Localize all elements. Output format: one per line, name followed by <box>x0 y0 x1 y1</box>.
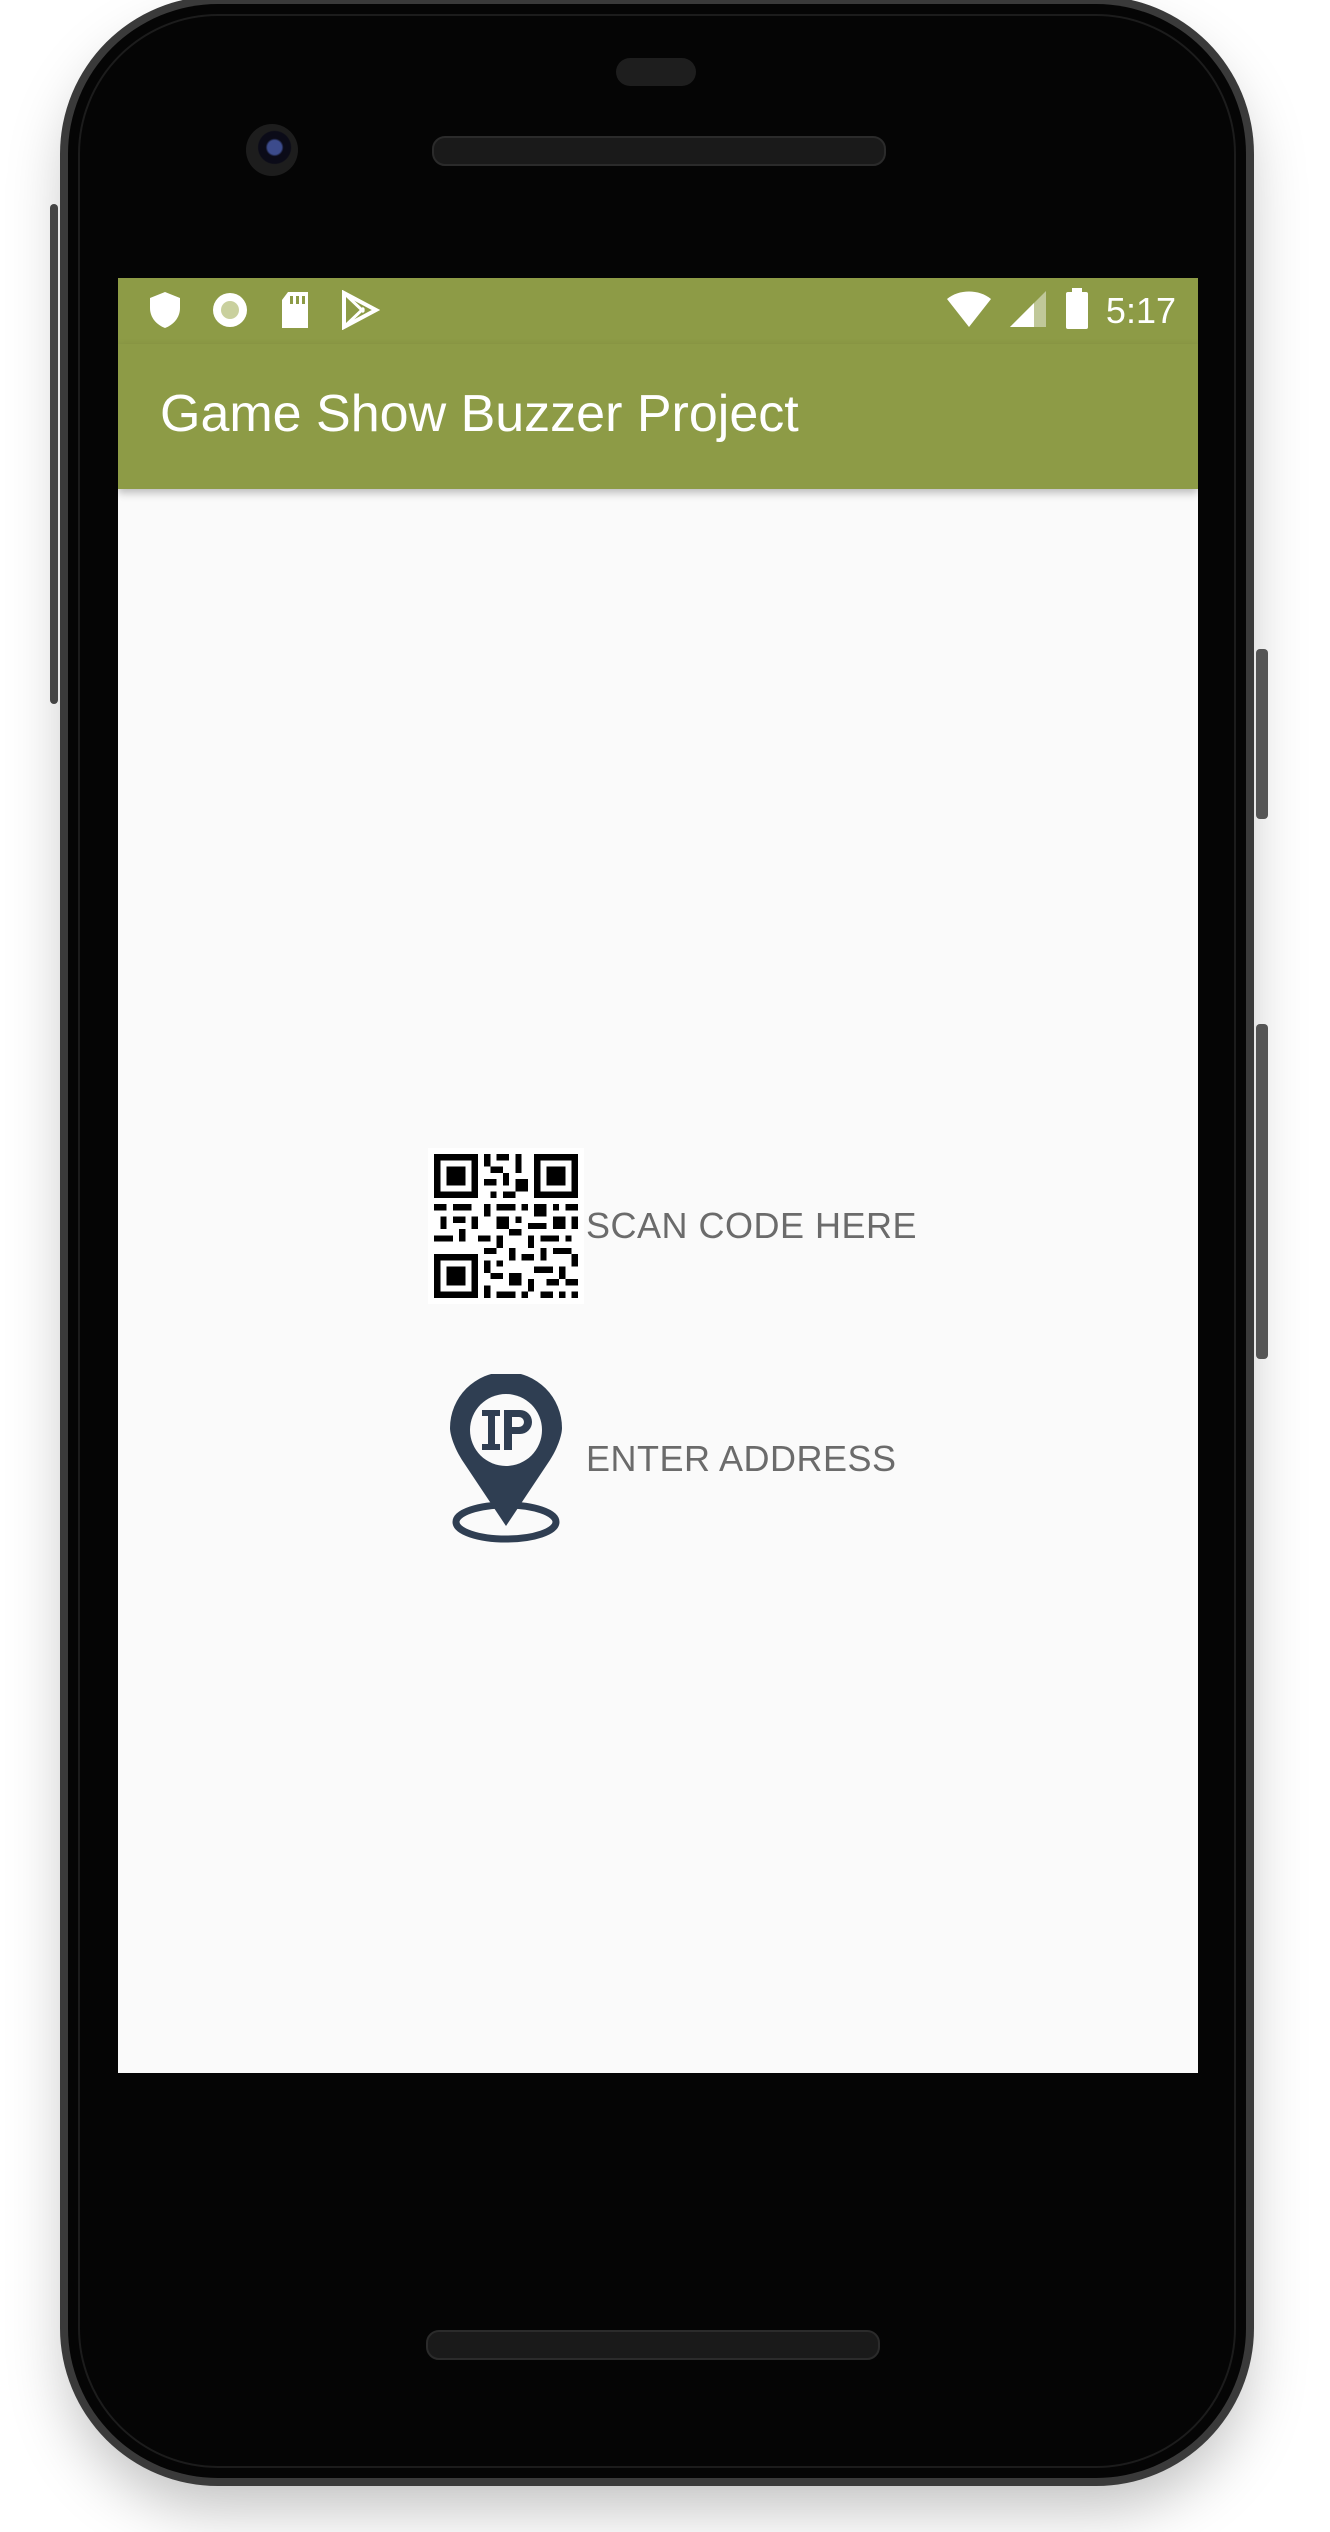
device-mockup: 5:17 Game Show Buzzer Project SCAN CODE … <box>0 0 1330 2532</box>
volume-button <box>1256 1024 1268 1359</box>
shield-icon <box>148 290 182 334</box>
power-button <box>1256 649 1268 819</box>
sensor-slot <box>616 58 696 86</box>
battery-icon <box>1064 288 1090 334</box>
sync-circle-icon <box>210 290 250 334</box>
status-bar: 5:17 <box>118 278 1198 344</box>
wifi-icon <box>946 289 992 333</box>
screen: 5:17 Game Show Buzzer Project SCAN CODE … <box>118 278 1198 2073</box>
enter-address-label: ENTER ADDRESS <box>586 1438 897 1479</box>
app-title: Game Show Buzzer Project <box>160 385 799 443</box>
app-bar: Game Show Buzzer Project <box>118 344 1198 489</box>
notification-icons <box>148 289 381 334</box>
qr-code-icon <box>428 1148 584 1304</box>
sd-card-icon <box>278 290 312 334</box>
scan-code-label: SCAN CODE HERE <box>586 1205 918 1246</box>
phone-frame: 5:17 Game Show Buzzer Project SCAN CODE … <box>50 4 1268 2478</box>
frame-edge <box>50 204 58 704</box>
enter-address-button[interactable]: ENTER ADDRESS <box>428 1374 897 1543</box>
play-store-icon <box>340 289 381 334</box>
bottom-speaker <box>426 2330 880 2360</box>
front-camera <box>246 124 298 176</box>
clock: 5:17 <box>1105 290 1176 331</box>
ip-location-pin-icon <box>428 1374 584 1543</box>
cell-signal-icon <box>1008 289 1048 333</box>
system-status: 5:17 <box>946 288 1176 334</box>
scan-code-button[interactable]: SCAN CODE HERE <box>428 1148 917 1304</box>
earpiece-speaker <box>432 136 886 166</box>
